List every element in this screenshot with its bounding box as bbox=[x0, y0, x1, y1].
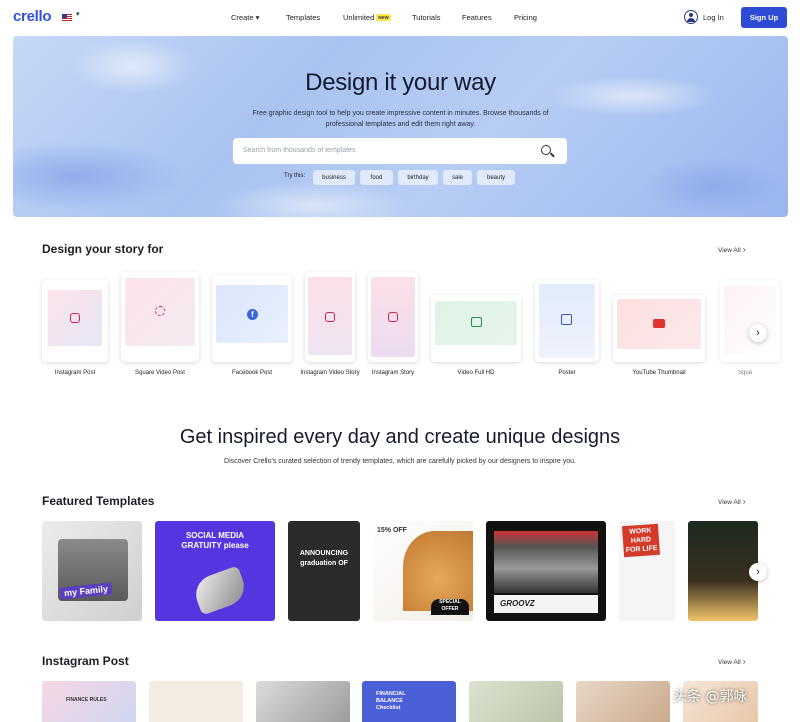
format-card-instagram-post[interactable] bbox=[42, 280, 108, 362]
hero-title: Design it your way bbox=[305, 69, 496, 96]
format-label: Squa bbox=[737, 370, 752, 376]
template-text: WORK HARD FOR LIFE bbox=[621, 523, 661, 558]
facebook-icon: f bbox=[247, 309, 258, 320]
format-card-poster[interactable] bbox=[535, 280, 599, 362]
format-label: Facebook Post bbox=[231, 370, 273, 376]
chip-business[interactable]: business bbox=[313, 170, 355, 185]
poster-icon bbox=[561, 314, 572, 325]
card-text: FINANCE RULES bbox=[66, 697, 107, 703]
format-label: Video Full HD bbox=[457, 370, 495, 376]
menu-features[interactable]: Features bbox=[462, 13, 492, 22]
carousel-next-button[interactable]: › bbox=[749, 324, 767, 342]
template-card-graduation[interactable]: ANNOUNCING graduation OF bbox=[288, 521, 360, 621]
template-text: ANNOUNCING graduation OF bbox=[299, 550, 349, 567]
template-card-party[interactable] bbox=[688, 521, 758, 621]
format-card-instagram-story[interactable] bbox=[368, 272, 418, 362]
card-text: FINANCIAL BALANCE Checklist bbox=[376, 691, 406, 711]
discount-text: 15% OFF bbox=[377, 527, 407, 534]
login-link[interactable]: Log In bbox=[703, 13, 724, 22]
play-icon bbox=[471, 317, 482, 327]
offer-badge: SPECIAL OFFER bbox=[431, 599, 469, 615]
template-text: GROOVZ bbox=[494, 595, 598, 613]
template-card-social-media[interactable]: SOCIAL MEDIA GRATUITY please bbox=[155, 521, 275, 621]
instagram-icon bbox=[388, 312, 398, 322]
format-card-square[interactable] bbox=[720, 280, 780, 362]
try-label: Try this: bbox=[284, 173, 306, 179]
search-bar[interactable]: Search from thousands of templates bbox=[233, 138, 567, 164]
inspire-subtitle: Discover Crello's curated selection of t… bbox=[224, 458, 576, 465]
crowd-image bbox=[494, 531, 598, 593]
instagram-card[interactable] bbox=[576, 681, 670, 722]
instagram-card[interactable] bbox=[469, 681, 563, 722]
top-nav: crello ▾ Create ▾ Templates Unlimited NEW… bbox=[0, 0, 800, 36]
template-text: SOCIAL MEDIA GRATUITY please bbox=[181, 531, 249, 550]
instagram-card[interactable]: FINANCIAL BALANCE Checklist bbox=[362, 681, 456, 722]
format-card-square-video-post[interactable] bbox=[121, 272, 199, 362]
story-section-title: Design your story for bbox=[42, 242, 164, 256]
menu-pricing[interactable]: Pricing bbox=[514, 13, 537, 22]
chevron-down-icon[interactable]: ▾ bbox=[76, 10, 80, 18]
format-card-facebook-post[interactable]: f bbox=[212, 275, 292, 362]
search-icon[interactable] bbox=[541, 145, 551, 155]
chip-food[interactable]: food bbox=[360, 170, 393, 185]
featured-next-button[interactable]: › bbox=[749, 563, 767, 581]
instagram-section-title: Instagram Post bbox=[42, 654, 129, 668]
crello-logo[interactable]: crello bbox=[13, 8, 52, 25]
featured-view-all-link[interactable]: View All bbox=[718, 497, 746, 506]
hero-subtitle: Free graphic design tool to help you cre… bbox=[252, 110, 549, 128]
format-label: Instagram Post bbox=[54, 370, 96, 376]
youtube-icon bbox=[653, 319, 665, 328]
card-preview bbox=[724, 286, 776, 354]
format-label: Instagram Story bbox=[371, 370, 415, 376]
menu-templates[interactable]: Templates bbox=[286, 13, 320, 22]
template-card-family[interactable]: my Family bbox=[42, 521, 142, 621]
featured-section-title: Featured Templates bbox=[42, 494, 155, 508]
template-card-groovz[interactable]: GROOVZ bbox=[486, 521, 606, 621]
instagram-icon bbox=[70, 313, 80, 323]
inspire-title: Get inspired every day and create unique… bbox=[179, 426, 621, 448]
instagram-card[interactable] bbox=[256, 681, 350, 722]
instagram-card[interactable]: FINANCE RULES bbox=[42, 681, 136, 722]
instagram-card[interactable] bbox=[149, 681, 243, 722]
instagram-view-all-link[interactable]: View All bbox=[718, 657, 746, 666]
menu-create[interactable]: Create ▾ bbox=[231, 13, 259, 22]
chip-beauty[interactable]: beauty bbox=[477, 170, 515, 185]
user-icon[interactable] bbox=[684, 10, 698, 24]
chip-birthday[interactable]: birthday bbox=[398, 170, 438, 185]
signup-button[interactable]: Sign Up bbox=[741, 7, 787, 28]
instagram-icon bbox=[325, 312, 335, 322]
format-card-video-full-hd[interactable] bbox=[431, 295, 521, 362]
format-label: Square Video Post bbox=[135, 370, 185, 376]
format-card-youtube-thumbnail[interactable] bbox=[613, 295, 705, 362]
story-view-all-link[interactable]: View All bbox=[718, 245, 746, 254]
menu-unlimited-label: Unlimited bbox=[343, 13, 375, 22]
format-label: Poster bbox=[558, 370, 576, 376]
hands-image bbox=[190, 565, 250, 616]
template-card-special-offer[interactable]: 15% OFF SPECIAL OFFER bbox=[373, 521, 473, 621]
hero-banner: Design it your way Free graphic design t… bbox=[13, 36, 788, 217]
menu-unlimited[interactable]: Unlimited NEW bbox=[343, 13, 391, 22]
template-card-work-hard[interactable]: WORK HARD FOR LIFE bbox=[619, 521, 675, 621]
new-badge: NEW bbox=[376, 14, 391, 21]
watermark-text: 头条 @郭咏 bbox=[673, 689, 748, 705]
chip-sale[interactable]: sale bbox=[443, 170, 472, 185]
format-card-instagram-video-story[interactable] bbox=[305, 272, 355, 362]
us-flag-icon[interactable] bbox=[62, 14, 72, 21]
menu-tutorials[interactable]: Tutorials bbox=[412, 13, 440, 22]
search-input[interactable]: Search from thousands of templates bbox=[243, 147, 355, 154]
format-label: YouTube Thumbnail bbox=[632, 370, 686, 376]
loader-icon bbox=[155, 306, 165, 316]
